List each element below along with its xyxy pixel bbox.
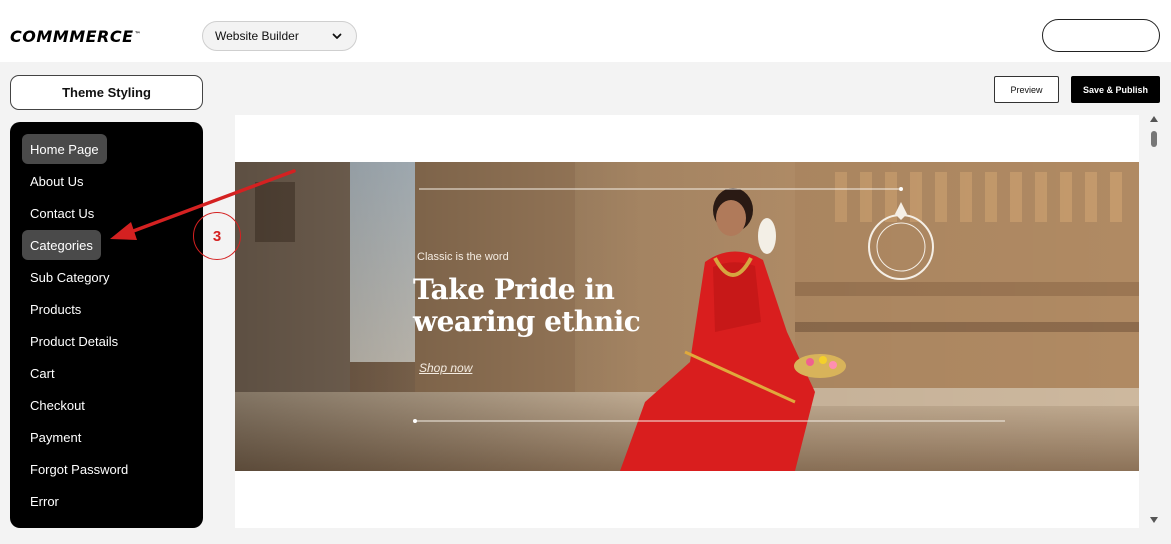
- scrollbar-thumb[interactable]: [1151, 131, 1157, 147]
- hero-banner[interactable]: Classic is the word Take Pride in wearin…: [235, 162, 1139, 471]
- step-number-badge: 3: [193, 212, 241, 260]
- sidebar-item-product-details[interactable]: Product Details: [22, 326, 126, 356]
- theme-styling-button[interactable]: Theme Styling: [10, 75, 203, 110]
- sidebar-item-contact-us[interactable]: Contact Us: [22, 198, 102, 228]
- sidebar-item-forgot-password[interactable]: Forgot Password: [22, 454, 136, 484]
- commerce-logo[interactable]: COMMMERCE™: [10, 27, 141, 46]
- account-menu-button[interactable]: [1042, 19, 1160, 52]
- top-bar: COMMMERCE™ Website Builder: [0, 0, 1171, 62]
- sidebar-item-about-us[interactable]: About Us: [22, 166, 91, 196]
- website-builder-select[interactable]: Website Builder: [202, 21, 357, 51]
- sidebar-item-categories[interactable]: Categories: [22, 230, 101, 260]
- logo-text: COMMMERCE: [10, 27, 134, 46]
- logo-trademark: ™: [134, 30, 142, 38]
- save-and-publish-button[interactable]: Save & Publish: [1071, 76, 1160, 103]
- hero-banner-image: [235, 162, 1139, 471]
- sidebar-item-error[interactable]: Error: [22, 486, 67, 516]
- sidebar-item-home-page[interactable]: Home Page: [22, 134, 107, 164]
- preview-scrollbar[interactable]: [1147, 115, 1161, 528]
- sidebar-item-checkout[interactable]: Checkout: [22, 390, 93, 420]
- shop-now-link[interactable]: Shop now: [419, 361, 472, 375]
- sidebar-item-products[interactable]: Products: [22, 294, 89, 324]
- page-preview-canvas[interactable]: Classic is the word Take Pride in wearin…: [235, 115, 1139, 528]
- sidebar-item-sub-category[interactable]: Sub Category: [22, 262, 118, 292]
- sidebar-item-payment[interactable]: Payment: [22, 422, 89, 452]
- hero-headline: Take Pride in wearing ethnic: [413, 273, 641, 338]
- scroll-up-arrow-icon[interactable]: [1150, 116, 1158, 122]
- hero-eyebrow-text: Classic is the word: [417, 251, 509, 263]
- pages-sidebar: Home Page About Us Contact Us Categories…: [10, 122, 203, 528]
- chevron-down-icon: [332, 33, 342, 39]
- sidebar-item-cart[interactable]: Cart: [22, 358, 63, 388]
- preview-button[interactable]: Preview: [994, 76, 1059, 103]
- website-builder-select-value: Website Builder: [215, 29, 299, 43]
- scroll-down-arrow-icon[interactable]: [1150, 517, 1158, 523]
